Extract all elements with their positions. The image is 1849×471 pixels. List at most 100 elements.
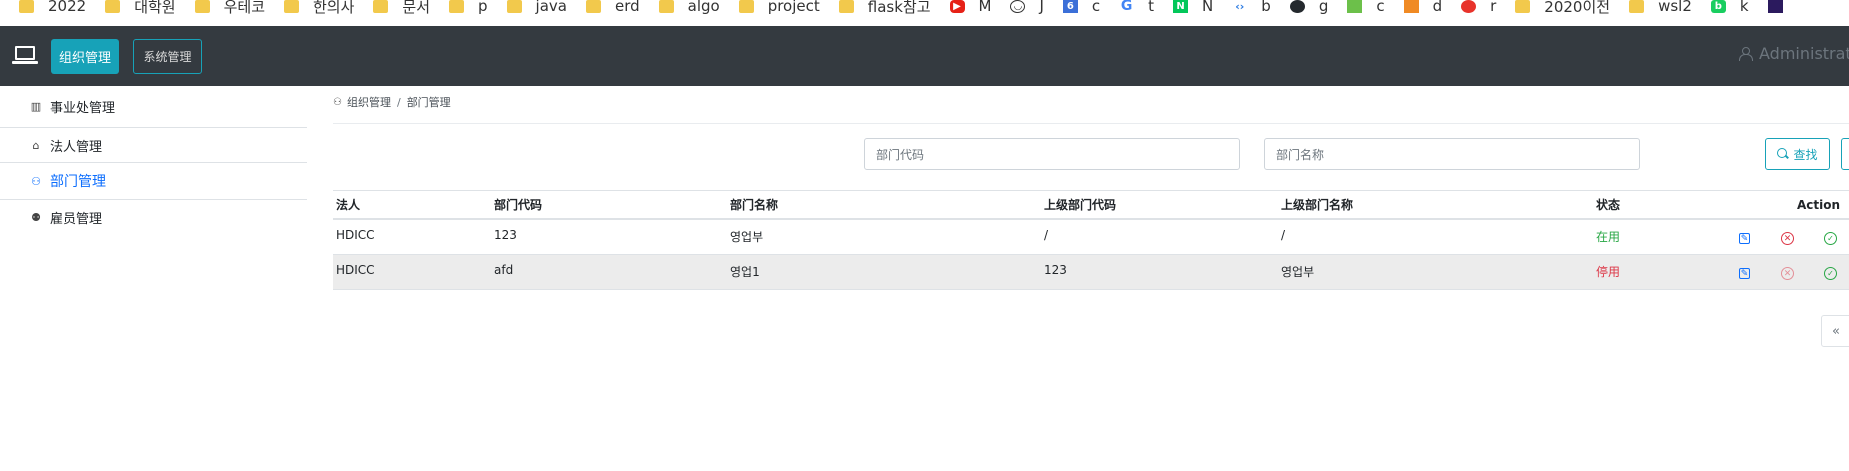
folder-icon <box>194 0 210 13</box>
folder-icon <box>585 0 601 13</box>
bookmark-item[interactable]: 문서 <box>354 0 430 19</box>
bookmark-item[interactable]: r <box>1442 0 1496 19</box>
sidebar-item-label: 部门管理 <box>50 174 106 190</box>
bookmark-label: c <box>1091 0 1101 15</box>
sidebar-item-business-office[interactable]: ▥ 事业处管理 <box>0 86 307 128</box>
bookmark-item[interactable]: g <box>1271 0 1328 19</box>
edit-icon[interactable]: ✎ <box>1739 268 1750 279</box>
bookmark-item[interactable]: 6c <box>1044 0 1100 19</box>
top-navbar: 组织管理 系统管理 Administrator <box>0 26 1849 86</box>
bookmark-label: N <box>1202 0 1214 15</box>
column-header: 上级部门代码 <box>1044 198 1117 212</box>
bookmark-item[interactable]: Gt <box>1100 0 1154 19</box>
org-management-tab[interactable]: 组织管理 <box>51 39 119 74</box>
bookmark-item[interactable]: ‹› b <box>1213 0 1271 19</box>
folder-icon <box>373 0 389 13</box>
system-management-tab[interactable]: 系统管理 <box>133 39 202 74</box>
bookmark-item[interactable]: bk <box>1692 0 1749 19</box>
table-row[interactable]: HDICC afd 영업1 123 영업부 停用 ✎ ✕ ✓ <box>333 255 1849 290</box>
sidebar-item-label: 法人管理 <box>50 139 103 155</box>
cell-name: 영업1 <box>730 265 760 279</box>
bookmark-item[interactable]: ▶ M <box>931 0 992 19</box>
folder-icon <box>1515 0 1531 13</box>
bookmark-item[interactable]: p <box>430 0 488 19</box>
cell-code: 123 <box>494 228 517 242</box>
divider <box>333 123 1849 124</box>
bookmark-item[interactable]: 한의사 <box>265 0 354 19</box>
user-menu[interactable]: Administrator <box>1739 44 1849 63</box>
app-icon <box>1767 0 1783 13</box>
bookmark-item[interactable]: ◡ J <box>991 0 1044 19</box>
folder-icon <box>105 0 121 13</box>
bookmark-item[interactable]: java <box>488 0 567 19</box>
delete-icon[interactable]: ✕ <box>1781 267 1794 280</box>
bookmark-item[interactable]: algo <box>640 0 720 19</box>
pagination-prev-button[interactable]: « <box>1821 315 1849 347</box>
add-button[interactable] <box>1841 138 1849 170</box>
breadcrumb-root[interactable]: 组织管理 <box>347 94 391 110</box>
bookmark-label: erd <box>614 0 640 15</box>
enable-icon[interactable]: ✓ <box>1824 232 1837 245</box>
search-icon <box>1777 148 1789 160</box>
bookmark-label: algo <box>687 0 720 15</box>
bookmark-label: flask참고 <box>867 0 931 16</box>
folder-icon <box>284 0 299 13</box>
bookmark-item[interactable]: 2022 <box>0 0 86 19</box>
bank-icon: ⌂ <box>32 138 40 152</box>
calendar-icon: 6 <box>1062 0 1078 13</box>
bookmark-item[interactable]: 2020이전 <box>1496 0 1610 19</box>
column-header: 状态 <box>1596 198 1621 212</box>
folder-icon <box>449 0 465 13</box>
department-code-input[interactable]: 部门代码 <box>864 138 1240 170</box>
sidebar-item-corporation[interactable]: ⌂ 法人管理 <box>0 128 307 163</box>
bookmark-item[interactable] <box>1749 0 1797 19</box>
bookmark-label: c <box>1376 0 1385 15</box>
table-row[interactable]: HDICC 123 영업부 / / 在用 ✎ ✕ ✓ <box>333 220 1849 255</box>
sidebar-item-employee[interactable]: ⚉ 雇员管理 <box>0 200 307 235</box>
enable-icon[interactable]: ✓ <box>1824 267 1837 280</box>
youtube-icon: ▶ <box>949 0 965 13</box>
column-header: Action <box>1797 197 1841 212</box>
edit-icon[interactable]: ✎ <box>1739 233 1750 244</box>
folder-icon <box>738 0 754 13</box>
blog-icon: b <box>1710 0 1726 13</box>
bookmark-label: k <box>1739 0 1749 15</box>
sidebar-item-department[interactable]: ⚇ 部门管理 <box>0 163 307 200</box>
delete-icon[interactable]: ✕ <box>1781 232 1794 245</box>
status-badge: 在用 <box>1596 230 1621 244</box>
bookmark-label: wsl2 <box>1658 0 1692 15</box>
sidebar-item-label: 雇员管理 <box>50 212 103 227</box>
org-chart-icon: ⚇ <box>31 174 41 188</box>
people-icon: ⚉ <box>31 211 41 224</box>
breadcrumb-current: 部门管理 <box>406 96 451 109</box>
sidebar-item-label: 事业处管理 <box>50 101 116 116</box>
bookmark-item[interactable]: 대학원 <box>86 0 176 19</box>
bookmark-label: 2020이전 <box>1544 0 1611 16</box>
bookmark-item[interactable]: NN <box>1154 0 1213 19</box>
folder-icon <box>1629 0 1645 13</box>
recycle-icon <box>1347 0 1363 13</box>
bookmark-label: M <box>978 0 992 15</box>
column-header: 上级部门名称 <box>1281 198 1354 212</box>
bookmark-item[interactable]: 우테코 <box>176 0 265 19</box>
column-header: 法人 <box>336 198 361 212</box>
bookmark-item[interactable]: erd <box>567 0 640 19</box>
column-header: 部门代码 <box>494 198 543 212</box>
status-badge: 停用 <box>1596 265 1621 279</box>
search-button[interactable]: 查找 <box>1765 138 1830 170</box>
folder-icon <box>506 0 522 13</box>
cell-code: afd <box>494 263 514 277</box>
department-name-input[interactable]: 部门名称 <box>1264 138 1640 170</box>
bookmark-label: 대학원 <box>134 0 176 16</box>
table-header: 法人 部门代码 部门名称 上级部门代码 上级部门名称 状态 Action <box>333 190 1849 220</box>
bookmark-item[interactable]: project <box>720 0 820 19</box>
laptop-icon[interactable] <box>12 46 38 64</box>
bookmark-item[interactable]: flask참고 <box>820 0 931 19</box>
bookmark-item[interactable]: wsl2 <box>1610 0 1692 19</box>
bookmark-item[interactable]: c <box>1328 0 1385 19</box>
bookmark-item[interactable]: d <box>1385 0 1442 19</box>
user-name: Administrator <box>1759 44 1849 63</box>
cell-parent-name: / <box>1281 228 1286 242</box>
bookmark-label: project <box>767 0 820 15</box>
bookmark-label: 문서 <box>402 0 431 16</box>
